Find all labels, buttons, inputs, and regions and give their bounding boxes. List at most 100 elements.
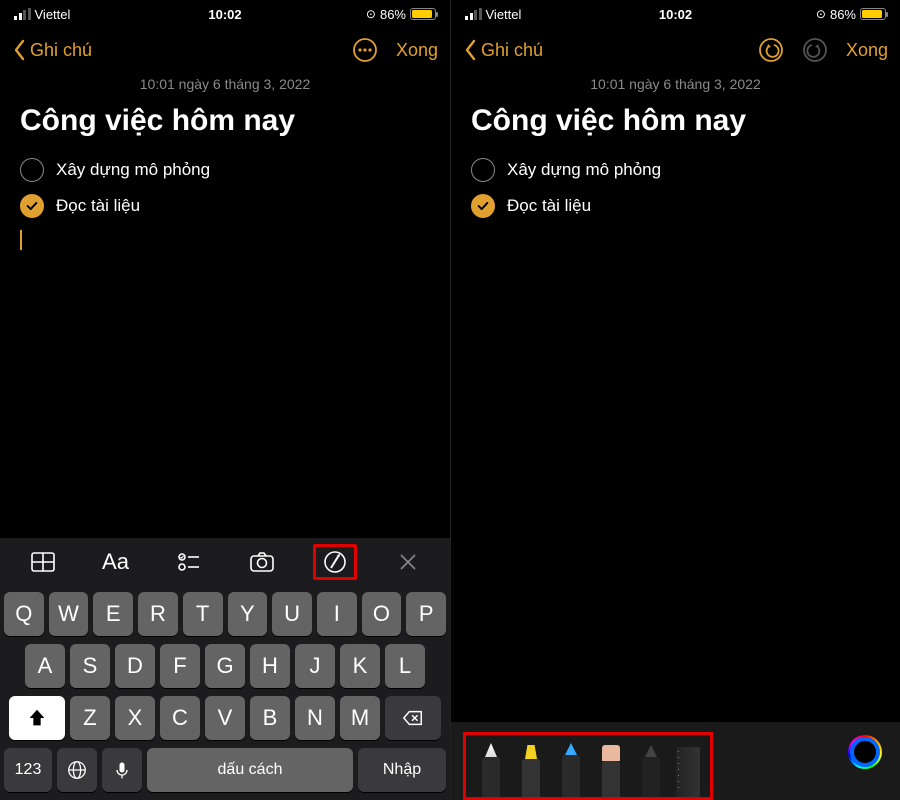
back-button[interactable]: Ghi chú: [12, 39, 92, 61]
signal-icon: [465, 9, 482, 20]
undo-button[interactable]: [758, 37, 784, 63]
key[interactable]: M: [340, 696, 380, 740]
text-cursor: [20, 230, 22, 250]
key[interactable]: V: [205, 696, 245, 740]
checklist-button[interactable]: [167, 544, 211, 580]
alarm-icon: ⊙: [366, 7, 376, 21]
phone-right: Viettel 10:02 ⊙ 86% Ghi chú Xong 10:01 n…: [450, 0, 900, 800]
check-item[interactable]: Xây dựng mô phỏng: [20, 152, 430, 188]
space-key[interactable]: dấu cách: [147, 748, 353, 792]
key[interactable]: K: [340, 644, 380, 688]
key-row: A S D F G H J K L: [4, 644, 446, 688]
return-key[interactable]: Nhập: [358, 748, 446, 792]
key[interactable]: Z: [70, 696, 110, 740]
phone-left: Viettel 10:02 ⊙ 86% Ghi chú Xong 10:01 n…: [0, 0, 450, 800]
alarm-icon: ⊙: [816, 7, 826, 21]
checkbox-unchecked-icon[interactable]: [20, 158, 44, 182]
more-button[interactable]: [352, 37, 378, 63]
dictation-key[interactable]: [102, 748, 142, 792]
text-format-button[interactable]: Aa: [94, 544, 138, 580]
check-item-label: Xây dựng mô phỏng: [56, 160, 210, 180]
checkbox-checked-icon[interactable]: [20, 194, 44, 218]
checklist: Xây dựng mô phỏng Đọc tài liệu: [451, 152, 900, 224]
key[interactable]: D: [115, 644, 155, 688]
check-item[interactable]: Đọc tài liệu: [471, 188, 880, 224]
eraser-tool[interactable]: [596, 741, 626, 797]
table-button[interactable]: [21, 544, 65, 580]
status-bar: Viettel 10:02 ⊙ 86%: [0, 0, 450, 28]
nav-bar: Ghi chú Xong: [451, 28, 900, 72]
check-item-label: Đọc tài liệu: [56, 196, 140, 216]
key[interactable]: B: [250, 696, 290, 740]
key-row: Q W E R T Y U I O P: [4, 592, 446, 636]
clock-label: 10:02: [208, 7, 241, 22]
checkbox-checked-icon[interactable]: [471, 194, 495, 218]
key[interactable]: H: [250, 644, 290, 688]
key-row: Z X C V B N M: [4, 696, 446, 740]
close-toolbar-button[interactable]: [386, 544, 430, 580]
back-label: Ghi chú: [481, 40, 543, 61]
globe-key[interactable]: [57, 748, 97, 792]
redo-button[interactable]: [802, 37, 828, 63]
key[interactable]: F: [160, 644, 200, 688]
key[interactable]: Q: [4, 592, 44, 636]
battery-icon: [860, 8, 886, 20]
note-timestamp: 10:01 ngày 6 tháng 3, 2022: [0, 72, 450, 104]
check-item-label: Xây dựng mô phỏng: [507, 160, 661, 180]
key[interactable]: G: [205, 644, 245, 688]
carrier-label: Viettel: [35, 7, 71, 22]
key[interactable]: Y: [228, 592, 268, 636]
key[interactable]: O: [362, 592, 402, 636]
done-button[interactable]: Xong: [396, 40, 438, 61]
key[interactable]: C: [160, 696, 200, 740]
key-row: 123 dấu cách Nhập: [4, 748, 446, 792]
key[interactable]: S: [70, 644, 110, 688]
color-picker-button[interactable]: [848, 735, 882, 769]
shift-key[interactable]: [9, 696, 65, 740]
key[interactable]: X: [115, 696, 155, 740]
key[interactable]: U: [272, 592, 312, 636]
key[interactable]: N: [295, 696, 335, 740]
key[interactable]: W: [49, 592, 89, 636]
carrier-label: Viettel: [486, 7, 522, 22]
signal-icon: [14, 9, 31, 20]
markup-button[interactable]: [313, 544, 357, 580]
keyboard: Q W E R T Y U I O P A S D F G H J K L: [0, 586, 450, 800]
drawing-toolbar: [451, 722, 900, 800]
key[interactable]: R: [138, 592, 178, 636]
key[interactable]: P: [406, 592, 446, 636]
checklist: Xây dựng mô phỏng Đọc tài liệu: [0, 152, 450, 224]
numbers-key[interactable]: 123: [4, 748, 52, 792]
key[interactable]: J: [295, 644, 335, 688]
note-timestamp: 10:01 ngày 6 tháng 3, 2022: [451, 72, 900, 104]
key[interactable]: A: [25, 644, 65, 688]
check-item[interactable]: Xây dựng mô phỏng: [471, 152, 880, 188]
status-bar: Viettel 10:02 ⊙ 86%: [451, 0, 900, 28]
lasso-tool[interactable]: [636, 741, 666, 797]
key[interactable]: L: [385, 644, 425, 688]
note-toolbar: Aa: [0, 538, 450, 586]
check-item-label: Đọc tài liệu: [507, 196, 591, 216]
marker-tool[interactable]: [516, 741, 546, 797]
battery-pct: 86%: [830, 7, 856, 22]
backspace-key[interactable]: [385, 696, 441, 740]
checkbox-unchecked-icon[interactable]: [471, 158, 495, 182]
key[interactable]: T: [183, 592, 223, 636]
back-label: Ghi chú: [30, 40, 92, 61]
note-title[interactable]: Công việc hôm nay: [451, 104, 900, 152]
clock-label: 10:02: [659, 7, 692, 22]
pencil-tool[interactable]: [556, 741, 586, 797]
battery-pct: 86%: [380, 7, 406, 22]
back-button[interactable]: Ghi chú: [463, 39, 543, 61]
check-item[interactable]: Đọc tài liệu: [20, 188, 430, 224]
camera-button[interactable]: [240, 544, 284, 580]
note-title[interactable]: Công việc hôm nay: [0, 104, 450, 152]
key[interactable]: E: [93, 592, 133, 636]
done-button[interactable]: Xong: [846, 40, 888, 61]
ruler-tool[interactable]: [676, 747, 700, 797]
nav-bar: Ghi chú Xong: [0, 28, 450, 72]
pen-tool[interactable]: [476, 741, 506, 797]
battery-icon: [410, 8, 436, 20]
key[interactable]: I: [317, 592, 357, 636]
drawing-tools-group: [463, 732, 713, 800]
